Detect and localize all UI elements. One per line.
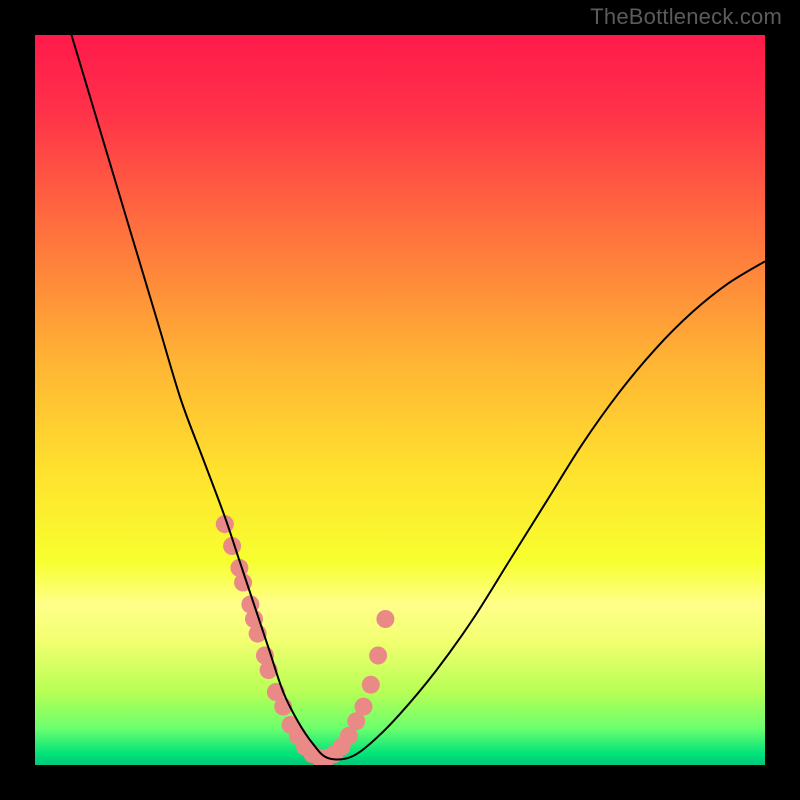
watermark-text: TheBottleneck.com <box>590 4 782 30</box>
plot-area <box>35 35 765 765</box>
highlight-dot <box>369 647 387 665</box>
curve-layer <box>35 35 765 765</box>
bottleneck-curve <box>72 35 766 760</box>
highlight-dot <box>362 676 380 694</box>
chart-frame: TheBottleneck.com <box>0 0 800 800</box>
highlight-dot <box>355 698 373 716</box>
highlight-dot-group <box>216 515 395 765</box>
highlight-dot <box>376 610 394 628</box>
